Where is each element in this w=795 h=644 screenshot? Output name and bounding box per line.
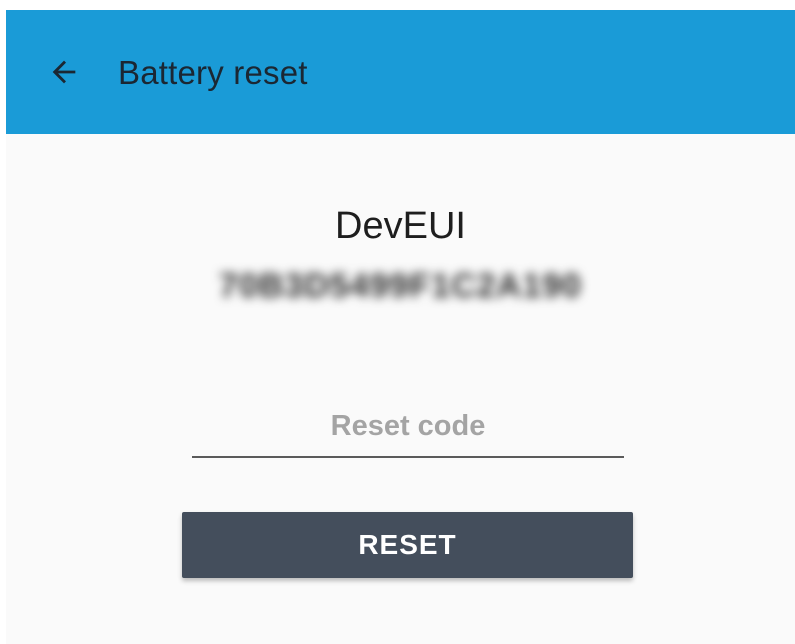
back-button[interactable] bbox=[42, 50, 86, 94]
arrow-left-icon bbox=[52, 60, 76, 84]
deveui-label: DevEUI bbox=[335, 205, 466, 247]
deveui-value: 70B3D5499F1C2A190 bbox=[219, 267, 582, 305]
page-title: Battery reset bbox=[118, 54, 308, 91]
reset-button[interactable]: RESET bbox=[182, 512, 633, 578]
reset-code-field-wrapper bbox=[192, 396, 624, 458]
screen: Battery reset DevEUI 70B3D5499F1C2A190 R… bbox=[6, 10, 795, 644]
app-bar: Battery reset bbox=[6, 10, 795, 134]
reset-code-input[interactable] bbox=[192, 396, 624, 456]
main-content: DevEUI 70B3D5499F1C2A190 RESET bbox=[6, 134, 795, 644]
